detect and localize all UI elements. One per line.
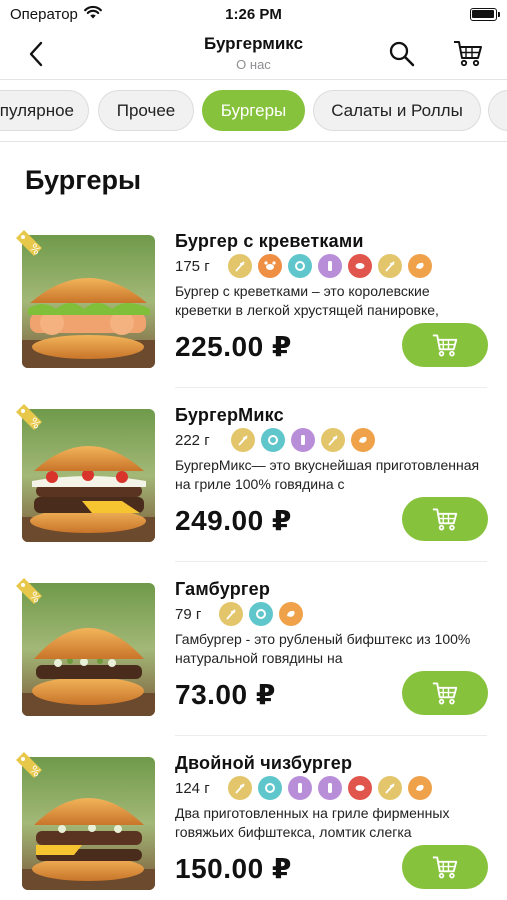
wheat-icon bbox=[321, 428, 345, 452]
product-weight: 124 г bbox=[175, 780, 210, 797]
wheat-icon bbox=[231, 428, 255, 452]
wheat-icon bbox=[378, 776, 402, 800]
section-title: Бургеры bbox=[25, 165, 142, 195]
battery-icon bbox=[469, 7, 500, 21]
carrier-label: Оператор bbox=[10, 5, 78, 23]
nav-titles: Бургермикс О нас bbox=[0, 34, 507, 72]
tab-burgers[interactable]: Бургеры bbox=[202, 90, 305, 131]
product-card[interactable]: % Двойной чизбургер 124 г Два приготовле… bbox=[0, 737, 507, 900]
product-card[interactable]: % БургерМикс 222 г БургерМикс— это вкусн… bbox=[0, 389, 507, 562]
tab-salads-rolls[interactable]: Салаты и Роллы bbox=[313, 90, 481, 131]
product-card[interactable]: % Гамбургер 79 г Гамбургер - это рублены… bbox=[0, 563, 507, 736]
product-name: Бургер с креветками bbox=[175, 231, 364, 251]
product-weight: 222 г bbox=[175, 432, 210, 449]
cart-icon bbox=[432, 508, 458, 531]
status-bar: Оператор 1:26 PM bbox=[0, 0, 507, 28]
discount-badge-icon: % bbox=[16, 752, 43, 780]
meat-icon bbox=[348, 254, 372, 278]
add-to-cart-button[interactable] bbox=[402, 497, 488, 541]
product-price: 225.00 ₽ bbox=[175, 331, 292, 362]
navigation-bar: Бургермикс О нас bbox=[0, 28, 507, 80]
discount-badge-icon: % bbox=[16, 230, 43, 258]
wheat-icon bbox=[228, 776, 252, 800]
divider bbox=[175, 735, 487, 736]
chicken-icon bbox=[408, 776, 432, 800]
product-weight: 175 г bbox=[175, 258, 210, 275]
chicken-icon bbox=[351, 428, 375, 452]
milk-icon bbox=[261, 428, 285, 452]
tab-next[interactable] bbox=[488, 90, 507, 131]
cart-icon bbox=[432, 856, 458, 879]
cart-icon bbox=[432, 334, 458, 357]
search-button[interactable] bbox=[388, 40, 416, 68]
wheat-icon bbox=[219, 602, 243, 626]
back-button[interactable] bbox=[28, 40, 52, 68]
about-link[interactable]: О нас bbox=[0, 57, 507, 72]
chicken-icon bbox=[408, 254, 432, 278]
product-name: БургерМикс bbox=[175, 405, 284, 425]
tab-other[interactable]: Прочее bbox=[98, 90, 194, 131]
discount-badge-icon: % bbox=[16, 578, 43, 606]
category-tabs: пулярное Прочее Бургеры Салаты и Роллы bbox=[0, 80, 507, 142]
bottle-icon bbox=[318, 776, 342, 800]
add-to-cart-button[interactable] bbox=[402, 671, 488, 715]
cart-icon bbox=[454, 41, 482, 67]
bottle-icon bbox=[291, 428, 315, 452]
bottle-icon bbox=[318, 254, 342, 278]
product-weight: 79 г bbox=[175, 606, 202, 623]
crab-icon bbox=[258, 254, 282, 278]
chicken-icon bbox=[279, 602, 303, 626]
product-price: 150.00 ₽ bbox=[175, 853, 292, 884]
add-to-cart-button[interactable] bbox=[402, 845, 488, 889]
status-left: Оператор bbox=[10, 5, 170, 23]
product-description: Два приготовленных на гриле фирменных го… bbox=[175, 805, 450, 840]
page-title: Бургермикс bbox=[203, 34, 304, 53]
allergen-icons bbox=[231, 428, 375, 452]
product-description: БургерМикс— это вкуснейшая приготовленна… bbox=[175, 457, 480, 492]
status-right bbox=[337, 7, 500, 21]
milk-icon bbox=[288, 254, 312, 278]
divider bbox=[175, 561, 487, 562]
wheat-icon bbox=[378, 254, 402, 278]
wheat-icon bbox=[228, 254, 252, 278]
cart-icon bbox=[432, 682, 458, 705]
wifi-icon bbox=[83, 5, 102, 23]
product-description: Бургер с креветками – это королевские кр… bbox=[175, 283, 439, 318]
divider bbox=[175, 387, 487, 388]
status-time: 1:26 PM bbox=[225, 5, 282, 23]
allergen-icons bbox=[228, 254, 432, 278]
product-card[interactable]: % Бургер с креветками 175 г Бургер с кре… bbox=[0, 215, 507, 388]
product-price: 249.00 ₽ bbox=[175, 505, 292, 536]
discount-badge-icon: % bbox=[16, 404, 43, 432]
tab-popular[interactable]: пулярное bbox=[0, 90, 89, 131]
allergen-icons bbox=[228, 776, 432, 800]
chevron-left-icon bbox=[29, 41, 43, 67]
meat-icon bbox=[348, 776, 372, 800]
bottle-icon bbox=[288, 776, 312, 800]
product-name: Двойной чизбургер bbox=[175, 753, 353, 773]
product-price: 73.00 ₽ bbox=[175, 679, 276, 710]
allergen-icons bbox=[219, 602, 303, 626]
milk-icon bbox=[249, 602, 273, 626]
product-description: Гамбургер - это рубленый бифштекс из 100… bbox=[175, 631, 471, 666]
product-name: Гамбургер bbox=[175, 579, 271, 599]
cart-button[interactable] bbox=[452, 38, 484, 68]
milk-icon bbox=[258, 776, 282, 800]
search-icon bbox=[389, 41, 415, 67]
add-to-cart-button[interactable] bbox=[402, 323, 488, 367]
